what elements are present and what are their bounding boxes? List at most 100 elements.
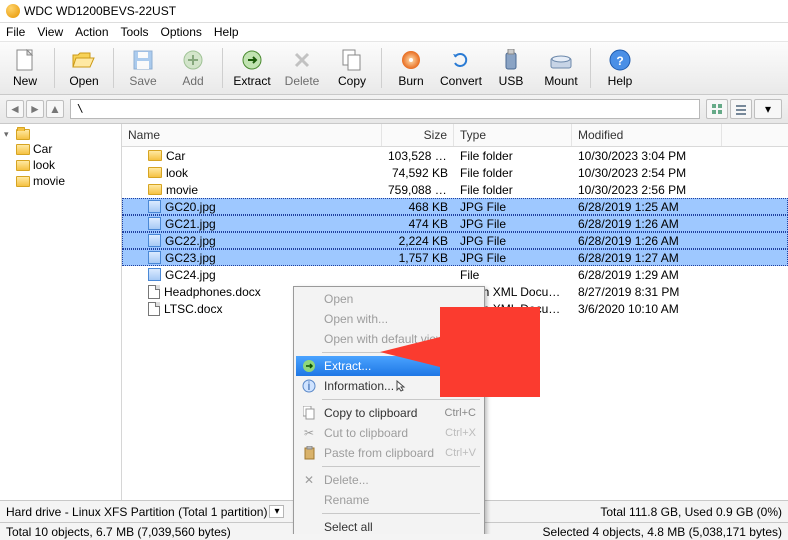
menu-tools[interactable]: Tools: [121, 25, 149, 39]
file-modified: 6/28/2019 1:29 AM: [572, 268, 722, 282]
viewmode-2[interactable]: [730, 99, 752, 119]
viewmode-3[interactable]: ▾: [754, 99, 782, 119]
folder-icon: [16, 160, 30, 171]
list-header[interactable]: Name Size Type Modified: [122, 124, 788, 147]
context-menu[interactable]: Open Open with... Open with default view…: [293, 286, 485, 534]
file-type: File folder: [454, 183, 572, 197]
ctx-select-all[interactable]: Select all: [296, 517, 482, 534]
table-row[interactable]: movie759,088 KBFile folder10/30/2023 2:5…: [122, 181, 788, 198]
app-icon: [6, 4, 20, 18]
cut-icon: ✂: [301, 425, 317, 441]
file-name: GC22.jpg: [165, 234, 216, 248]
folder-icon: [148, 167, 162, 178]
tree-label: look: [33, 158, 55, 172]
file-modified: 6/28/2019 1:27 AM: [572, 251, 722, 265]
tree-item[interactable]: look: [2, 157, 119, 173]
table-row[interactable]: look74,592 KBFile folder10/30/2023 2:54 …: [122, 164, 788, 181]
table-row[interactable]: GC21.jpg474 KBJPG File6/28/2019 1:26 AM: [122, 215, 788, 232]
file-name: Car: [166, 149, 185, 163]
ctx-open-with[interactable]: Open with...: [296, 309, 482, 329]
folder-tree[interactable]: ▾ Carlookmovie: [0, 124, 122, 534]
menu-options[interactable]: Options: [161, 25, 202, 39]
table-row[interactable]: GC23.jpg1,757 KBJPG File6/28/2019 1:27 A…: [122, 249, 788, 266]
save-button[interactable]: Save: [118, 46, 168, 90]
file-name: Headphones.docx: [164, 285, 261, 299]
mount-button[interactable]: Mount: [536, 46, 586, 90]
image-icon: [148, 234, 161, 247]
menu-file[interactable]: File: [6, 25, 25, 39]
ctx-extract[interactable]: Extract...: [296, 356, 482, 376]
ctx-copy[interactable]: Copy to clipboardCtrl+C: [296, 403, 482, 423]
path-input[interactable]: \: [70, 99, 700, 119]
drive-dropdown[interactable]: ▾: [269, 505, 284, 518]
viewmode-1[interactable]: [706, 99, 728, 119]
ctx-delete[interactable]: ✕Delete...: [296, 470, 482, 490]
copy-button[interactable]: Copy: [327, 46, 377, 90]
file-name: look: [166, 166, 188, 180]
file-name: GC20.jpg: [165, 200, 216, 214]
convert-button[interactable]: Convert: [436, 46, 486, 90]
menu-help[interactable]: Help: [214, 25, 239, 39]
file-type: JPG File: [454, 234, 572, 248]
open-button[interactable]: Open: [59, 46, 109, 90]
file-size: 1,757 KB: [382, 251, 454, 265]
image-icon: [148, 200, 161, 213]
ctx-open[interactable]: Open: [296, 289, 482, 309]
ctx-paste[interactable]: Paste from clipboardCtrl+V: [296, 443, 482, 463]
file-type: File folder: [454, 149, 572, 163]
file-modified: 6/28/2019 1:25 AM: [572, 200, 722, 214]
ctx-rename[interactable]: Rename: [296, 490, 482, 510]
toolbar: New Open Save Add Extract Delete Copy Bu…: [0, 42, 788, 95]
file-name: GC21.jpg: [165, 217, 216, 231]
tree-item[interactable]: Car: [2, 141, 119, 157]
folder-icon: [16, 129, 30, 140]
col-type[interactable]: Type: [454, 124, 572, 146]
table-row[interactable]: GC20.jpg 468 KBJPG File6/28/2019 1:25 AM: [122, 198, 788, 215]
file-modified: 6/28/2019 1:26 AM: [572, 217, 722, 231]
total-objects: Total 10 objects, 6.7 MB (7,039,560 byte…: [0, 525, 237, 539]
file-size: 468 KB: [382, 200, 454, 214]
file-name: LTSC.docx: [164, 302, 222, 316]
drive-label: Hard drive - Linux XFS Partition (Total …: [6, 505, 267, 519]
file-modified: 6/28/2019 1:26 AM: [572, 234, 722, 248]
nav-up-button[interactable]: ▲: [46, 100, 64, 118]
tree-item[interactable]: movie: [2, 173, 119, 189]
menu-action[interactable]: Action: [75, 25, 108, 39]
file-size: 2,224 KB: [382, 234, 454, 248]
table-row[interactable]: Car103,528 KBFile folder10/30/2023 3:04 …: [122, 147, 788, 164]
folder-icon: [148, 150, 162, 161]
file-size: 759,088 KB: [382, 183, 454, 197]
file-modified: 8/27/2019 8:31 PM: [572, 285, 722, 299]
nav-fwd-button[interactable]: ►: [26, 100, 44, 118]
ctx-information[interactable]: iInformation...: [296, 376, 482, 396]
new-button[interactable]: New: [0, 46, 50, 90]
window-title: WDC WD1200BEVS-22UST: [24, 4, 176, 18]
file-type: JPG File: [454, 200, 572, 214]
col-size[interactable]: Size: [382, 124, 454, 146]
file-size: 74,592 KB: [382, 166, 454, 180]
table-row[interactable]: GC24.jpgFile6/28/2019 1:29 AM: [122, 266, 788, 283]
nav-back-button[interactable]: ◄: [6, 100, 24, 118]
usb-button[interactable]: USB: [486, 46, 536, 90]
file-name: movie: [166, 183, 198, 197]
folder-icon: [16, 176, 30, 187]
delete-icon: ✕: [301, 472, 317, 488]
table-row[interactable]: GC22.jpg 2,224 KBJPG File6/28/2019 1:26 A…: [122, 232, 788, 249]
file-size: 474 KB: [382, 217, 454, 231]
col-name[interactable]: Name: [122, 124, 382, 146]
menubar[interactable]: File View Action Tools Options Help: [0, 23, 788, 42]
tree-root[interactable]: ▾: [2, 128, 119, 141]
titlebar: WDC WD1200BEVS-22UST: [0, 0, 788, 23]
delete-button[interactable]: Delete: [277, 46, 327, 90]
col-modified[interactable]: Modified: [572, 124, 722, 146]
ctx-open-default[interactable]: Open with default viewer: [296, 329, 482, 349]
file-modified: 10/30/2023 2:54 PM: [572, 166, 722, 180]
menu-view[interactable]: View: [37, 25, 63, 39]
add-button[interactable]: Add: [168, 46, 218, 90]
burn-button[interactable]: Burn: [386, 46, 436, 90]
ctx-cut[interactable]: ✂Cut to clipboardCtrl+X: [296, 423, 482, 443]
extract-button[interactable]: Extract: [227, 46, 277, 90]
file-size: 103,528 KB: [382, 149, 454, 163]
help-button[interactable]: ?Help: [595, 46, 645, 90]
file-list[interactable]: Name Size Type Modified Car103,528 KBFil…: [122, 124, 788, 534]
